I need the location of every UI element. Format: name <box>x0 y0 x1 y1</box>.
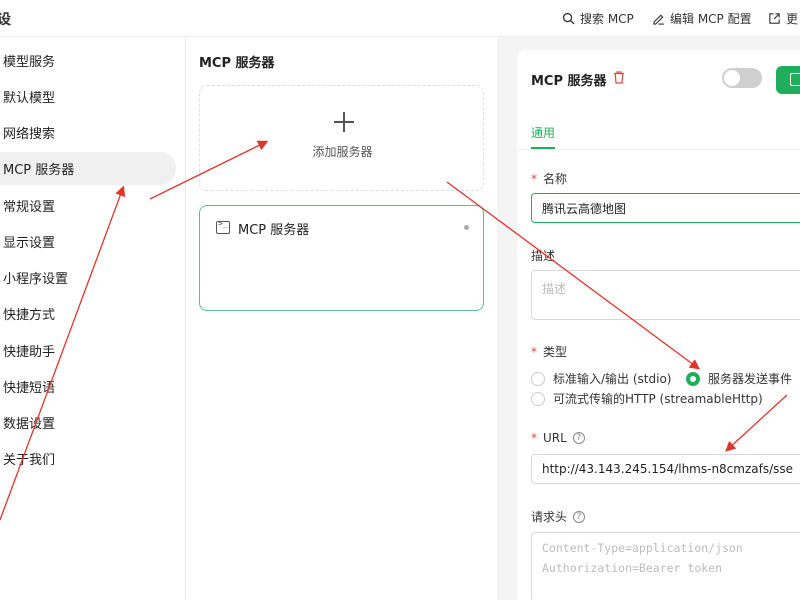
external-link-icon <box>769 13 780 24</box>
top-bar: 设 搜索 MCP 编辑 MCP 配置 更 <box>0 0 800 37</box>
sidebar-item-quick-assistant[interactable]: 快捷助手 <box>0 334 176 367</box>
server-enable-toggle[interactable] <box>722 68 762 88</box>
type-label: * 类型 <box>531 343 567 360</box>
server-card-title: MCP 服务器 <box>238 223 310 238</box>
server-detail-panel: MCP 服务器 通用 * 名称 腾讯云高德地图 描述 描述 * 类型 标准输入/… <box>517 50 800 600</box>
toggle-knob <box>724 70 740 86</box>
panel-title: MCP 服务器 <box>531 74 607 89</box>
name-label: * 名称 <box>531 170 567 187</box>
type-option-label: 标准输入/输出 (stdio) <box>553 372 672 386</box>
plus-icon <box>334 112 354 132</box>
sidebar-item-label: 快捷方式 <box>3 308 56 323</box>
save-button[interactable] <box>776 66 800 94</box>
server-card[interactable]: MCP 服务器 <box>199 205 484 311</box>
sidebar-item-label: 小程序设置 <box>3 272 69 287</box>
type-option-label: 可流式传输的HTTP (streamableHttp) <box>553 392 763 406</box>
trash-icon[interactable] <box>613 71 625 84</box>
required-mark: * <box>531 171 537 186</box>
more-label: 更 <box>786 12 799 26</box>
headers-placeholder-line: Authorization=Bearer token <box>542 561 723 575</box>
sidebar-item-label: MCP 服务器 <box>3 163 75 178</box>
sidebar-item-label: 快捷短语 <box>3 381 56 396</box>
url-input[interactable]: http://43.143.245.154/lhms-n8cmzafs/sse <box>531 454 800 484</box>
sidebar-item-quick-phrases[interactable]: 快捷短语 <box>0 370 176 403</box>
sidebar-item-label: 关于我们 <box>3 453 56 468</box>
search-mcp-button[interactable]: 搜索 MCP <box>562 10 634 27</box>
required-mark: * <box>531 431 537 445</box>
settings-sidebar: 模型服务 默认模型 网络搜索 MCP 服务器 常规设置 显示设置 小程序设置 快… <box>0 37 186 600</box>
edit-mcp-config-button[interactable]: 编辑 MCP 配置 <box>652 10 752 27</box>
headers-input[interactable]: Content-Type=application/json Authorizat… <box>531 532 800 600</box>
description-input[interactable]: 描述 <box>531 270 800 320</box>
sidebar-item-general-settings[interactable]: 常规设置 <box>0 189 176 222</box>
window-title: 设 <box>0 12 11 28</box>
terminal-icon <box>216 219 230 234</box>
name-input[interactable]: 腾讯云高德地图 <box>531 193 800 223</box>
tab-divider <box>517 149 800 150</box>
url-label: * URL ? <box>531 431 585 445</box>
sidebar-item-display-settings[interactable]: 显示设置 <box>0 225 176 258</box>
radio-circle <box>531 391 545 406</box>
type-option-label: 服务器发送事件 <box>708 372 793 386</box>
sidebar-item-label: 快捷助手 <box>3 345 56 360</box>
sidebar-item-shortcuts[interactable]: 快捷方式 <box>0 297 176 330</box>
mcp-server-list: MCP 服务器 添加服务器 MCP 服务器 <box>187 37 497 600</box>
sidebar-item-default-model[interactable]: 默认模型 <box>0 80 176 113</box>
type-label-text: 类型 <box>543 345 568 359</box>
sidebar-item-label: 显示设置 <box>3 236 56 251</box>
sidebar-item-label: 默认模型 <box>3 91 56 106</box>
url-label-text: URL <box>543 431 567 445</box>
sidebar-item-label: 模型服务 <box>3 55 56 70</box>
description-label: 描述 <box>531 247 555 264</box>
add-server-label: 添加服务器 <box>312 145 373 159</box>
help-icon[interactable]: ? <box>573 510 586 523</box>
headers-placeholder-line: Content-Type=application/json <box>542 541 743 555</box>
type-option-streamable-http[interactable]: 可流式传输的HTTP (streamableHttp) <box>531 390 763 407</box>
edit-mcp-config-label: 编辑 MCP 配置 <box>670 12 752 26</box>
radio-circle-selected <box>686 371 700 386</box>
sidebar-item-label: 常规设置 <box>3 200 56 215</box>
status-dot <box>464 225 469 230</box>
headers-label: 请求头 ? <box>531 508 586 525</box>
sidebar-item-miniapp-settings[interactable]: 小程序设置 <box>0 261 176 294</box>
server-list-title: MCP 服务器 <box>199 56 275 71</box>
description-label-text: 描述 <box>531 249 556 263</box>
headers-label-text: 请求头 <box>531 510 568 524</box>
name-input-value: 腾讯云高德地图 <box>542 201 627 216</box>
add-server-button[interactable]: 添加服务器 <box>199 85 484 191</box>
save-icon <box>790 73 800 86</box>
radio-circle <box>531 371 545 386</box>
name-label-text: 名称 <box>543 172 568 186</box>
description-placeholder: 描述 <box>542 282 567 296</box>
sidebar-item-about[interactable]: 关于我们 <box>0 442 176 475</box>
sidebar-item-label: 数据设置 <box>3 417 56 432</box>
search-icon <box>562 12 575 25</box>
sidebar-item-web-search[interactable]: 网络搜索 <box>0 116 176 149</box>
type-option-sse[interactable]: 服务器发送事件 <box>686 370 792 387</box>
search-mcp-label: 搜索 MCP <box>580 12 634 26</box>
sidebar-item-mcp-servers[interactable]: MCP 服务器 <box>0 152 176 185</box>
url-input-value: http://43.143.245.154/lhms-n8cmzafs/sse <box>542 462 794 476</box>
tab-general[interactable]: 通用 <box>531 124 555 141</box>
help-icon[interactable]: ? <box>572 432 585 444</box>
sidebar-item-data-settings[interactable]: 数据设置 <box>0 406 176 439</box>
edit-icon <box>653 14 665 25</box>
sidebar-item-model-service[interactable]: 模型服务 <box>0 44 176 77</box>
sidebar-item-label: 网络搜索 <box>3 127 56 142</box>
required-mark: * <box>531 344 537 359</box>
type-option-stdio[interactable]: 标准输入/输出 (stdio) <box>531 370 671 387</box>
more-button[interactable]: 更 <box>768 10 798 27</box>
